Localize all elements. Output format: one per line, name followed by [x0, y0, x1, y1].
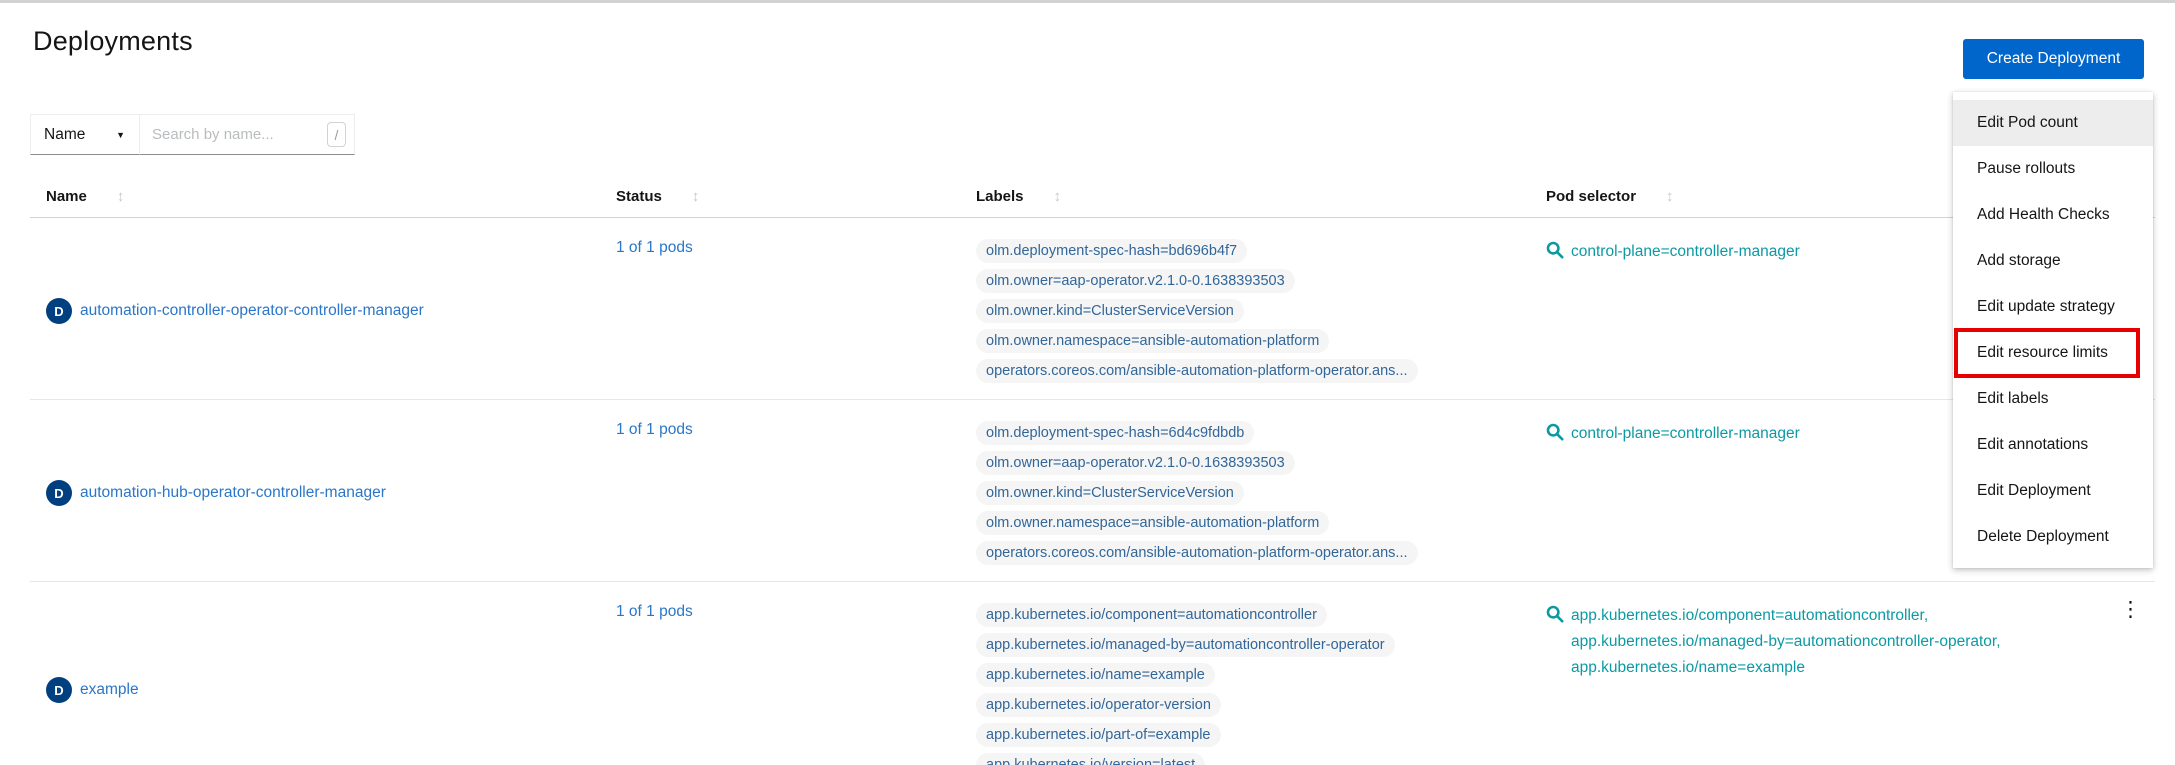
filter-type-dropdown[interactable]: Name ▼ [30, 114, 140, 155]
deployment-resource-badge: D [46, 298, 72, 324]
name-cell: D automation-hub-operator-controller-man… [30, 400, 600, 581]
label-chip: operators.coreos.com/ansible-automation-… [976, 541, 1418, 565]
page-title: Deployments [33, 26, 193, 57]
label-chip: app.kubernetes.io/managed-by=automationc… [976, 633, 1395, 657]
caret-down-icon: ▼ [116, 130, 125, 140]
label-chip: app.kubernetes.io/version=latest [976, 753, 1205, 765]
menu-item-edit-update-strategy[interactable]: Edit update strategy [1953, 284, 2153, 330]
filter-toolbar: Name ▼ / [30, 114, 355, 155]
sort-icon[interactable]: ↕ [1666, 188, 1674, 205]
labels-cell: olm.deployment-spec-hash=6d4c9fdbdb olm.o… [960, 400, 1530, 581]
menu-item-edit-resource-limits[interactable]: Edit resource limits [1953, 330, 2153, 376]
search-box: / [140, 114, 355, 155]
pod-selector-link[interactable]: app.kubernetes.io/name=example [1571, 655, 2001, 681]
label-chip: olm.owner.kind=ClusterServiceVersion [976, 481, 1244, 505]
slash-shortcut-badge: / [327, 122, 346, 147]
status-cell: 1 of 1 pods [600, 400, 960, 581]
actions-dropdown-menu: Edit Pod count Pause rollouts Add Health C… [1953, 92, 2153, 568]
label-chip: olm.owner=aap-operator.v2.1.0-0.16383935… [976, 451, 1295, 475]
deployment-name-link[interactable]: automation-hub-operator-controller-manag… [80, 484, 386, 502]
menu-item-edit-pod-count[interactable]: Edit Pod count [1953, 100, 2153, 146]
column-header-label: Name [46, 188, 87, 205]
pod-selector-lines: app.kubernetes.io/component=automationco… [1571, 603, 2001, 681]
deployments-page: Deployments Create Deployment Name ▼ / N… [0, 0, 2175, 765]
filter-type-label: Name [44, 126, 85, 144]
pod-selector-link[interactable]: app.kubernetes.io/managed-by=automationc… [1571, 629, 2001, 655]
menu-item-edit-labels[interactable]: Edit labels [1953, 376, 2153, 422]
menu-item-label: Edit resource limits [1977, 344, 2108, 362]
label-chip: olm.deployment-spec-hash=bd696b4f7 [976, 239, 1247, 263]
menu-item-label: Pause rollouts [1977, 160, 2075, 178]
name-cell: D automation-controller-operator-control… [30, 218, 600, 399]
label-chip: app.kubernetes.io/name=example [976, 663, 1215, 687]
column-header-labels: Labels ↕ [960, 188, 1530, 217]
menu-item-label: Edit Pod count [1977, 114, 2078, 132]
name-cell: D example [30, 582, 600, 765]
status-cell: 1 of 1 pods [600, 218, 960, 399]
column-header-name: Name ↕ [30, 188, 600, 217]
status-pods-link[interactable]: 1 of 1 pods [616, 603, 693, 620]
menu-item-label: Delete Deployment [1977, 528, 2109, 546]
search-icon [1546, 241, 1564, 259]
menu-item-pause-rollouts[interactable]: Pause rollouts [1953, 146, 2153, 192]
menu-item-label: Edit Deployment [1977, 482, 2091, 500]
deployment-resource-badge: D [46, 480, 72, 506]
status-cell: 1 of 1 pods [600, 582, 960, 765]
search-input[interactable] [152, 126, 327, 143]
pod-selector-link[interactable]: app.kubernetes.io/component=automationco… [1571, 603, 2001, 629]
pod-selector-link[interactable]: control-plane=controller-manager [1571, 421, 1800, 447]
deployment-name-link[interactable]: automation-controller-operator-controlle… [80, 302, 424, 320]
label-chip: olm.owner.namespace=ansible-automation-p… [976, 511, 1329, 535]
column-header-label: Labels [976, 188, 1024, 205]
label-chip: operators.coreos.com/ansible-automation-… [976, 359, 1418, 383]
deployment-name-link[interactable]: example [80, 681, 139, 699]
pod-selector-lines: control-plane=controller-manager [1571, 421, 1800, 447]
top-divider [0, 0, 2175, 3]
kebab-menu-icon[interactable]: ⋮ [2120, 598, 2141, 621]
deployment-resource-badge: D [46, 677, 72, 703]
label-chip: olm.owner.kind=ClusterServiceVersion [976, 299, 1244, 323]
table-row: D automation-hub-operator-controller-man… [30, 399, 2155, 581]
labels-cell: olm.deployment-spec-hash=bd696b4f7 olm.ow… [960, 218, 1530, 399]
table-row: D example 1 of 1 pods app.kubernetes.io/… [30, 581, 2155, 765]
table-row: D automation-controller-operator-control… [30, 218, 2155, 399]
create-deployment-button[interactable]: Create Deployment [1963, 39, 2144, 79]
table-header-row: Name ↕ Status ↕ Labels ↕ Pod selector ↕ [30, 188, 2155, 218]
status-pods-link[interactable]: 1 of 1 pods [616, 421, 693, 438]
menu-item-label: Add Health Checks [1977, 206, 2110, 224]
column-header-label: Pod selector [1546, 188, 1636, 205]
menu-item-label: Add storage [1977, 252, 2061, 270]
sort-icon[interactable]: ↕ [117, 188, 125, 205]
search-icon [1546, 605, 1564, 623]
menu-item-label: Edit labels [1977, 390, 2049, 408]
menu-item-label: Edit update strategy [1977, 298, 2115, 316]
sort-icon[interactable]: ↕ [1054, 188, 1062, 205]
label-chip: olm.owner.namespace=ansible-automation-p… [976, 329, 1329, 353]
label-chip: app.kubernetes.io/operator-version [976, 693, 1221, 717]
table-body: D automation-controller-operator-control… [30, 218, 2155, 765]
menu-item-add-storage[interactable]: Add storage [1953, 238, 2153, 284]
menu-item-label: Edit annotations [1977, 436, 2088, 454]
labels-cell: app.kubernetes.io/component=automationco… [960, 582, 1530, 765]
search-icon [1546, 423, 1564, 441]
menu-item-edit-deployment[interactable]: Edit Deployment [1953, 468, 2153, 514]
label-chip: olm.deployment-spec-hash=6d4c9fdbdb [976, 421, 1254, 445]
label-chip: app.kubernetes.io/part-of=example [976, 723, 1221, 747]
menu-item-add-health-checks[interactable]: Add Health Checks [1953, 192, 2153, 238]
menu-item-delete-deployment[interactable]: Delete Deployment [1953, 514, 2153, 560]
menu-item-edit-annotations[interactable]: Edit annotations [1953, 422, 2153, 468]
status-pods-link[interactable]: 1 of 1 pods [616, 239, 693, 256]
label-chip: olm.owner=aap-operator.v2.1.0-0.16383935… [976, 269, 1295, 293]
deployments-table: Name ↕ Status ↕ Labels ↕ Pod selector ↕ … [30, 188, 2155, 765]
pod-selector-lines: control-plane=controller-manager [1571, 239, 1800, 265]
kebab-cell: ⋮ [2090, 582, 2155, 765]
pod-selector-cell: app.kubernetes.io/component=automationco… [1530, 582, 2090, 765]
column-header-label: Status [616, 188, 662, 205]
sort-icon[interactable]: ↕ [692, 188, 700, 205]
pod-selector-link[interactable]: control-plane=controller-manager [1571, 239, 1800, 265]
label-chip: app.kubernetes.io/component=automationco… [976, 603, 1327, 627]
column-header-status: Status ↕ [600, 188, 960, 217]
